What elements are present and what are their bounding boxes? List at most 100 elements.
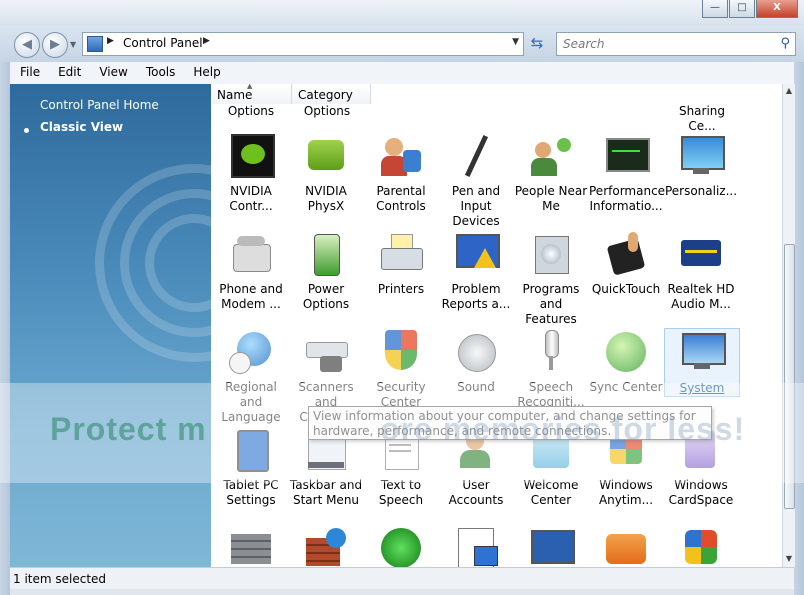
scroll-up-icon[interactable]: ▲: [783, 86, 795, 98]
maximize-button[interactable]: □: [729, 0, 755, 18]
control-panel-item[interactable]: Realtek HD Audio M...: [664, 230, 738, 312]
control-panel-item[interactable]: [664, 524, 738, 567]
vertical-scrollbar[interactable]: ▲ ▼: [782, 84, 795, 567]
scrollbar-thumb[interactable]: [784, 244, 795, 509]
control-panel-icon: [87, 36, 103, 52]
status-bar: 1 item selected: [10, 567, 794, 589]
title-bar: — □ X: [0, 0, 804, 26]
item-label: Personaliz...: [664, 184, 738, 198]
problem-reports-icon: [452, 230, 500, 278]
item-label: Realtek HD Audio M...: [667, 282, 735, 311]
refresh-icon[interactable]: ⇆: [526, 32, 548, 54]
sort-ascending-icon: ▲: [247, 84, 253, 90]
control-panel-home-link[interactable]: Control Panel Home: [40, 98, 159, 112]
control-panel-item[interactable]: Security Center: [364, 328, 438, 410]
power-icon: [302, 230, 350, 278]
control-panel-item[interactable]: [364, 524, 438, 567]
menu-view[interactable]: View: [89, 62, 135, 79]
control-panel-item[interactable]: Phone and Modem ...: [214, 230, 288, 312]
control-panel-item[interactable]: [214, 524, 288, 567]
parental-controls-icon: [377, 132, 425, 180]
item-label: NVIDIA Contr...: [229, 184, 273, 213]
system-monitor-icon: [678, 329, 726, 377]
control-panel-item[interactable]: Printers: [364, 230, 438, 297]
control-panel-item[interactable]: Power Options: [289, 230, 363, 312]
partial-item-label[interactable]: Options: [290, 104, 364, 119]
menu-tools[interactable]: Tools: [136, 62, 184, 79]
quicktouch-icon: [602, 230, 650, 278]
control-panel-item[interactable]: Sound: [439, 328, 513, 395]
breadcrumb-control-panel[interactable]: Control Panel: [123, 36, 203, 50]
firewall-icon: [227, 524, 275, 567]
item-label: Problem Reports a...: [441, 282, 511, 311]
item-label: Taskbar and Start Menu: [289, 478, 363, 507]
programs-icon: [527, 230, 575, 278]
item-label: Power Options: [302, 282, 350, 311]
windows-update-icon: [527, 524, 575, 567]
control-panel-item[interactable]: NVIDIA Contr...: [214, 132, 288, 214]
breadcrumb-chevron-icon[interactable]: ▶: [203, 36, 210, 46]
partial-item-label[interactable]: Options: [214, 104, 288, 119]
item-label: Windows Anytim...: [598, 478, 654, 507]
close-button[interactable]: X: [756, 0, 798, 18]
tooltip: View information about your computer, an…: [308, 406, 712, 440]
regional-icon: [227, 328, 275, 376]
control-panel-item[interactable]: [289, 524, 363, 567]
control-panel-item[interactable]: Regional and Language ...: [214, 328, 288, 440]
item-label: Sound: [457, 380, 495, 394]
item-label: QuickTouch: [591, 282, 661, 296]
control-panel-item[interactable]: Programs and Features: [514, 230, 588, 327]
control-panel-item[interactable]: QuickTouch: [589, 230, 663, 297]
search-input[interactable]: Search ⚲: [556, 32, 796, 56]
items-view: Name Category ▲ Options Options Sharing …: [211, 84, 782, 567]
control-panel-item[interactable]: NVIDIA PhysX: [289, 132, 363, 214]
menu-file[interactable]: File: [10, 62, 48, 79]
status-text: 1 item selected: [13, 572, 107, 586]
breadcrumb-arrow-icon[interactable]: ▶: [107, 36, 114, 46]
partial-item-label[interactable]: Sharing Ce...: [664, 104, 740, 134]
classic-view-link[interactable]: Classic View: [40, 120, 123, 134]
people-near-me-icon: [527, 132, 575, 180]
control-panel-item[interactable]: Problem Reports a...: [439, 230, 513, 312]
item-label: People Near Me: [514, 184, 588, 213]
magnifier-icon[interactable]: ⚲: [780, 36, 790, 51]
control-panel-item[interactable]: People Near Me: [514, 132, 588, 214]
performance-icon: [602, 132, 650, 180]
item-label: Phone and Modem ...: [219, 282, 283, 311]
firewall-globe-icon: [302, 524, 350, 567]
scroll-down-icon[interactable]: ▼: [783, 554, 795, 566]
control-panel-item[interactable]: [589, 524, 663, 567]
control-panel-item[interactable]: [439, 524, 513, 567]
forward-button[interactable]: ▶: [42, 32, 68, 58]
menu-help[interactable]: Help: [183, 62, 228, 79]
address-bar[interactable]: ▶ Control Panel ▶ ▼: [82, 32, 524, 56]
control-panel-item[interactable]: [514, 524, 588, 567]
microphone-icon: [527, 328, 575, 376]
address-dropdown-icon[interactable]: ▼: [512, 37, 519, 47]
control-panel-item[interactable]: Sync Center: [589, 328, 663, 395]
item-label: Printers: [377, 282, 425, 296]
control-panel-item[interactable]: Tablet PC Settings: [214, 426, 288, 508]
control-panel-item[interactable]: Performance Informatio...: [589, 132, 666, 214]
control-panel-item[interactable]: Speech Recogniti...: [514, 328, 588, 410]
radar-icon: [377, 524, 425, 567]
control-panel-item[interactable]: Parental Controls: [364, 132, 438, 214]
menu-bar: File Edit View Tools Help: [10, 62, 794, 85]
window-left-border: [0, 26, 10, 595]
column-header-category[interactable]: Category: [292, 84, 371, 104]
minimize-button[interactable]: —: [702, 0, 728, 18]
control-panel-item[interactable]: Personaliz...: [664, 132, 738, 199]
recent-pages-chevron-down-icon[interactable]: ▼: [70, 40, 76, 49]
item-label: Welcome Center: [523, 478, 579, 507]
back-button[interactable]: ◀: [14, 32, 40, 58]
control-panel-item[interactable]: System: [664, 328, 740, 397]
checklist-icon: [452, 524, 500, 567]
control-panel-item[interactable]: Pen and Input Devices: [439, 132, 513, 229]
sync-icon: [602, 328, 650, 376]
item-label: Windows CardSpace: [668, 478, 734, 507]
tablet-icon: [227, 426, 275, 474]
menu-edit[interactable]: Edit: [48, 62, 89, 79]
item-label: Performance Informatio...: [589, 184, 666, 213]
window-right-border: [794, 26, 804, 595]
item-label: User Accounts: [448, 478, 504, 507]
